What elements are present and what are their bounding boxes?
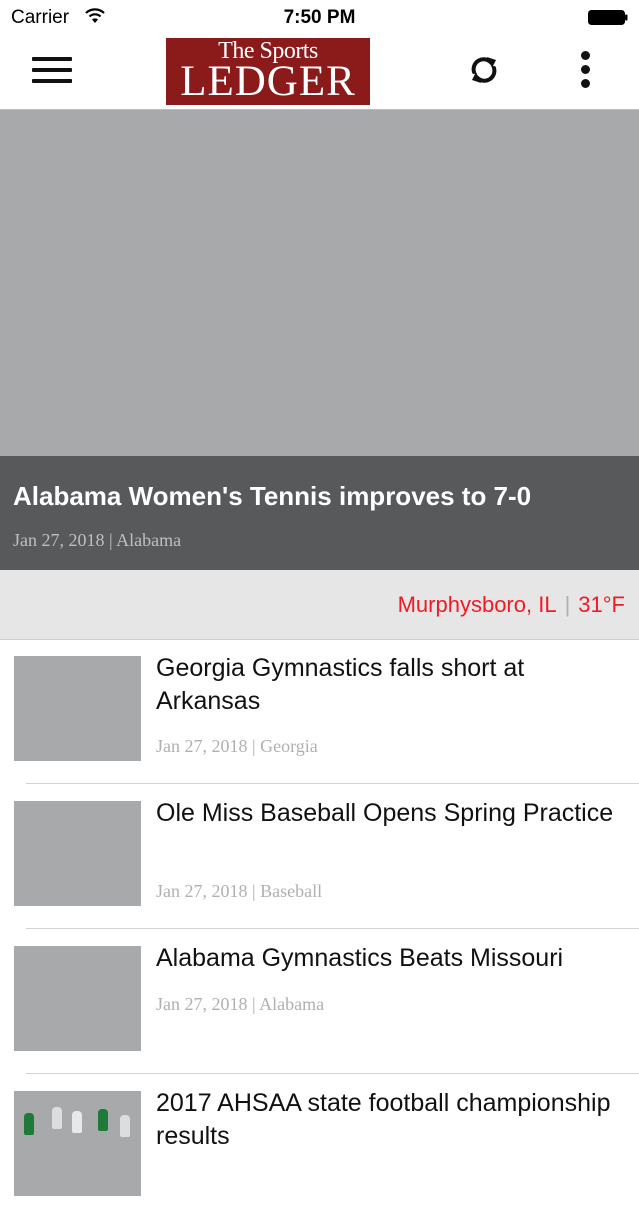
- list-item[interactable]: Alabama Gymnastics Beats Missouri Jan 27…: [0, 930, 639, 1074]
- weather-bar[interactable]: Murphysboro, IL | 31°F: [0, 570, 639, 640]
- article-thumbnail: [14, 946, 141, 1051]
- hero-meta: Jan 27, 2018 | Alabama: [13, 530, 182, 550]
- list-item[interactable]: 2017 AHSAA state football championship r…: [0, 1075, 639, 1219]
- logo-bottom-text: LEDGER: [180, 58, 356, 105]
- article-thumbnail: [14, 656, 141, 761]
- battery-icon: [588, 10, 628, 25]
- hero-article[interactable]: Alabama Women's Tennis improves to 7-0 J…: [0, 110, 639, 570]
- hero-image-placeholder: [0, 110, 639, 456]
- article-meta: Jan 27, 2018 | Georgia: [156, 736, 318, 756]
- article-meta: Jan 27, 2018 | Alabama: [156, 994, 325, 1014]
- status-bar: Carrier 7:50 PM: [0, 0, 639, 34]
- app-logo: The Sports LEDGER: [166, 38, 370, 105]
- article-thumbnail: [14, 801, 141, 906]
- hero-caption: Alabama Women's Tennis improves to 7-0 J…: [0, 456, 639, 570]
- article-title: Ole Miss Baseball Opens Spring Practice: [156, 799, 614, 827]
- weather-temperature: 31°F: [578, 592, 625, 617]
- article-title: 2017 AHSAA state football championship r…: [156, 1089, 611, 1150]
- article-meta: Jan 27, 2018 | Baseball: [156, 881, 323, 901]
- status-time: 7:50 PM: [283, 7, 356, 28]
- divider: [26, 1073, 639, 1074]
- hero-title: Alabama Women's Tennis improves to 7-0: [13, 481, 532, 511]
- article-title: Georgia Gymnastics falls short at Arkans…: [156, 654, 525, 715]
- list-item[interactable]: Georgia Gymnastics falls short at Arkans…: [0, 640, 639, 784]
- weather-info: Murphysboro, IL | 31°F: [398, 592, 625, 618]
- weather-separator: |: [564, 592, 571, 617]
- more-options-button[interactable]: [575, 48, 597, 92]
- nav-bar: The Sports LEDGER: [0, 34, 639, 110]
- divider: [26, 783, 639, 784]
- divider: [26, 928, 639, 929]
- article-thumbnail: [14, 1091, 141, 1196]
- refresh-button[interactable]: [462, 48, 506, 92]
- refresh-icon: [471, 57, 497, 83]
- weather-location: Murphysboro, IL: [397, 592, 557, 617]
- article-title: Alabama Gymnastics Beats Missouri: [156, 944, 564, 972]
- list-item[interactable]: Ole Miss Baseball Opens Spring Practice …: [0, 785, 639, 929]
- menu-button[interactable]: [30, 51, 74, 89]
